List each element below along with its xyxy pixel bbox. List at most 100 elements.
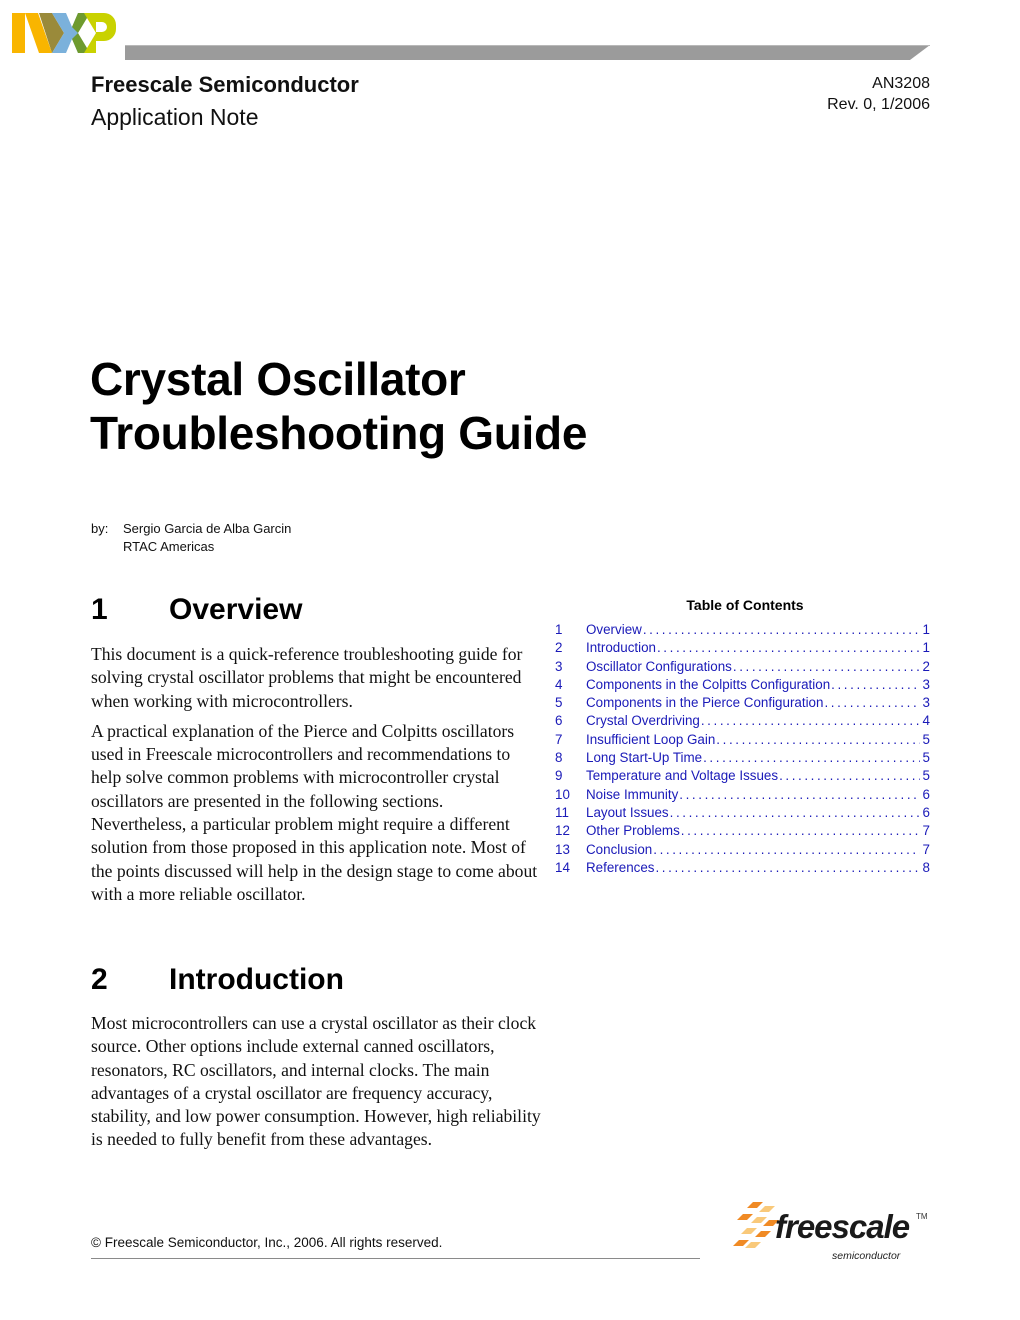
toc-entry-page[interactable]: 5 xyxy=(923,749,930,767)
toc-entry-page[interactable]: 8 xyxy=(923,859,930,877)
toc-entry-label[interactable]: Conclusion xyxy=(586,841,652,859)
toc-entry-page[interactable]: 1 xyxy=(923,639,930,657)
toc-entry-label[interactable]: Oscillator Configurations xyxy=(586,658,732,676)
introduction-body: Most microcontrollers can use a crystal … xyxy=(91,1012,541,1159)
toc-entry-page[interactable]: 3 xyxy=(923,676,930,694)
section-number: 2 xyxy=(91,963,108,996)
logo-p xyxy=(84,13,116,53)
freescale-wordmark: freescale xyxy=(775,1208,910,1245)
toc-entry[interactable]: 8 Long Start-Up Time.....................… xyxy=(555,749,930,767)
document-id: AN3208 xyxy=(872,75,930,92)
by-label: by: xyxy=(91,521,109,536)
copyright-text: © Freescale Semiconductor, Inc., 2006. A… xyxy=(91,1235,443,1250)
nxp-logo xyxy=(12,13,116,53)
toc-entry-number: 9 xyxy=(555,768,563,784)
toc-entry[interactable]: 3 Oscillator Configurations..............… xyxy=(555,658,930,676)
toc-entry-label[interactable]: Layout Issues xyxy=(586,804,669,822)
toc-entry-number: 4 xyxy=(555,676,563,692)
logo-chip xyxy=(755,1231,771,1237)
toc-entry-page[interactable]: 5 xyxy=(923,767,930,785)
toc-entry-page[interactable]: 5 xyxy=(923,731,930,749)
paragraph: This document is a quick-reference troub… xyxy=(91,644,523,711)
header-bar xyxy=(125,45,930,60)
document-type: Application Note xyxy=(91,104,259,130)
toc-entry[interactable]: 9 Temperature and Voltage Issues.........… xyxy=(555,767,930,785)
toc-entry-label[interactable]: Components in the Pierce Configuration xyxy=(586,694,823,712)
title-line-2: Troubleshooting Guide xyxy=(90,407,588,459)
paragraph: A practical explanation of the Pierce an… xyxy=(91,720,538,904)
toc-leader-dots: ........................................… xyxy=(642,622,920,637)
toc-entry-number: 8 xyxy=(555,750,563,766)
toc-entry-number: 10 xyxy=(555,786,570,802)
toc-leader-dots: ........................................… xyxy=(655,859,919,875)
toc-entry[interactable]: 5 Components in the Pierce Configuration.… xyxy=(555,694,930,712)
toc-leader-dots: ........................................… xyxy=(656,640,920,656)
toc-entry[interactable]: 4 Components in the Colpitts Configuratio… xyxy=(555,676,930,694)
toc-leader-dots: ........................................… xyxy=(732,658,920,674)
toc-leader-dots: ........................................… xyxy=(653,841,919,857)
logo-chip xyxy=(751,1217,767,1223)
toc-leader-dots: ........................................… xyxy=(779,768,919,784)
toc-entry-label[interactable]: Insufficient Loop Gain xyxy=(586,731,715,749)
logo-chip xyxy=(745,1242,761,1248)
toc-entry-label[interactable]: Long Start-Up Time xyxy=(586,749,702,767)
toc-leader-dots: ........................................… xyxy=(831,676,920,692)
toc-entry[interactable]: 11 Layout Issues.........................… xyxy=(555,804,930,822)
toc-entry-label[interactable]: References xyxy=(586,859,654,877)
toc-entry-page[interactable]: 1 xyxy=(923,621,930,639)
toc-entry-number: 11 xyxy=(555,804,569,820)
author-name: Sergio Garcia de Alba Garcin xyxy=(123,521,292,536)
toc-entry-page[interactable]: 3 xyxy=(923,694,930,712)
toc-entry-label[interactable]: Noise Immunity xyxy=(586,786,678,804)
toc-entry-page[interactable]: 4 xyxy=(923,712,930,730)
logo-chip xyxy=(741,1228,757,1234)
toc-entry-page[interactable]: 7 xyxy=(923,822,930,840)
toc-entry-number: 7 xyxy=(555,731,563,747)
toc-entry[interactable]: 7 Insufficient Loop Gain.................… xyxy=(555,731,930,749)
toc-leader-dots: ........................................… xyxy=(700,713,920,729)
section-heading-introduction: 2 Introduction xyxy=(91,963,344,997)
logo-chip xyxy=(759,1206,775,1212)
toc-entry-label[interactable]: Introduction xyxy=(586,639,656,657)
toc-entry-page[interactable]: 6 xyxy=(923,786,930,804)
toc-entry-number: 5 xyxy=(555,695,563,711)
toc-entry[interactable]: 10 Noise Immunity........................… xyxy=(555,786,930,804)
trademark-mark: TM xyxy=(916,1212,928,1221)
toc-entry[interactable]: 1 Overview...............................… xyxy=(555,621,930,639)
toc-leader-dots: ........................................… xyxy=(679,786,920,802)
toc-entry[interactable]: 14 References............................… xyxy=(555,859,930,877)
toc-entry-label[interactable]: Other Problems xyxy=(586,822,680,840)
section-number: 1 xyxy=(91,593,108,626)
toc-leader-dots: ........................................… xyxy=(716,731,919,747)
toc-entry-number: 2 xyxy=(555,640,563,656)
logo-n-left xyxy=(12,13,25,53)
title-line-1: Crystal Oscillator xyxy=(90,353,466,405)
toc-entry-page[interactable]: 6 xyxy=(923,804,930,822)
toc-entry-number: 6 xyxy=(555,713,563,729)
toc-entry-page[interactable]: 2 xyxy=(923,658,930,676)
document-revision: Rev. 0, 1/2006 xyxy=(827,96,930,113)
toc-entry-number: 14 xyxy=(555,859,570,875)
toc-entry-number: 1 xyxy=(555,622,563,637)
toc-entry-label[interactable]: Overview xyxy=(586,621,642,639)
toc-leader-dots: ........................................… xyxy=(703,750,919,766)
toc-entry[interactable]: 13 Conclusion............................… xyxy=(555,841,930,859)
toc-entry[interactable]: 6 Crystal Overdriving....................… xyxy=(555,712,930,730)
logo-chip xyxy=(747,1202,763,1208)
company-name: Freescale Semiconductor xyxy=(91,72,359,97)
toc-entry-label[interactable]: Components in the Colpitts Configuration xyxy=(586,676,830,694)
author-organization: RTAC Americas xyxy=(123,539,215,554)
toc-entry-label[interactable]: Crystal Overdriving xyxy=(586,712,700,730)
toc-list: 1 Overview...............................… xyxy=(555,621,930,877)
toc-entry-label[interactable]: Temperature and Voltage Issues xyxy=(586,767,778,785)
section-heading-overview: 1 Overview xyxy=(91,593,302,627)
toc-leader-dots: ........................................… xyxy=(669,804,920,820)
toc-entry[interactable]: 12 Other Problems........................… xyxy=(555,822,930,840)
document-title: Crystal Oscillator Troubleshooting Guide xyxy=(90,352,587,460)
toc-leader-dots: ........................................… xyxy=(680,823,920,839)
section-title: Introduction xyxy=(169,963,344,996)
toc-entry[interactable]: 2 Introduction...........................… xyxy=(555,639,930,657)
toc-entry-page[interactable]: 7 xyxy=(923,841,930,859)
freescale-subtitle: semiconductor xyxy=(832,1250,901,1262)
footer-divider xyxy=(91,1258,700,1259)
